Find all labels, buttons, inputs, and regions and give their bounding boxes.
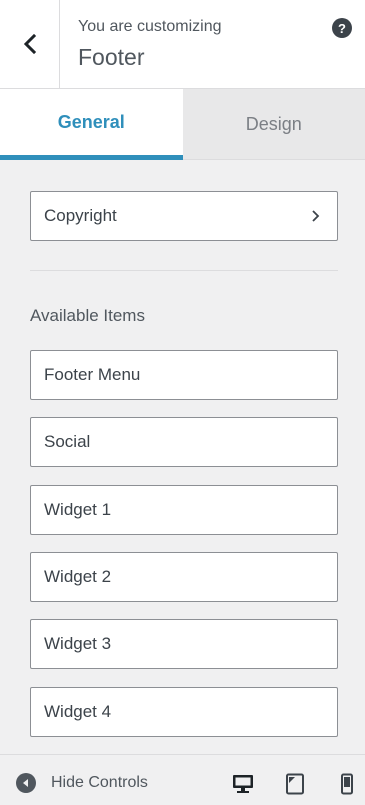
copyright-item[interactable]: Copyright [30, 191, 338, 241]
customizer-panel: You are customizing Footer ? General Des… [0, 0, 365, 805]
available-item-label: Widget 3 [44, 634, 112, 653]
available-item-label: Social [44, 432, 91, 451]
panel-header: You are customizing Footer ? [0, 0, 365, 89]
footer-bar: Hide Controls [0, 754, 365, 805]
back-button[interactable] [0, 0, 60, 88]
available-item[interactable]: Widget 2 [30, 552, 338, 602]
help-button[interactable]: ? [332, 18, 352, 38]
available-item-label: Widget 2 [44, 567, 112, 586]
tab-general[interactable]: General [0, 89, 183, 160]
desktop-icon[interactable] [232, 773, 254, 795]
section-title: Footer [78, 44, 145, 70]
hide-controls-label: Hide Controls [51, 774, 148, 791]
help-icon: ? [338, 20, 346, 36]
collapse-icon [16, 773, 36, 793]
chevron-right-icon [312, 210, 320, 222]
available-item[interactable]: Widget 1 [30, 485, 338, 535]
available-item[interactable]: Footer Menu [30, 350, 338, 400]
tablet-icon[interactable] [284, 773, 306, 795]
available-item[interactable]: Social [30, 417, 338, 467]
copyright-label: Copyright [44, 206, 117, 225]
mobile-icon[interactable] [336, 773, 358, 795]
back-arrow-icon [23, 34, 36, 54]
available-item[interactable]: Widget 4 [30, 687, 338, 737]
header-text: You are customizing Footer [78, 18, 222, 71]
available-item-label: Widget 1 [44, 500, 112, 519]
general-content: Copyright Available Items Footer Menu So… [0, 160, 365, 754]
hide-controls-button[interactable]: Hide Controls [16, 773, 148, 793]
available-item-label: Footer Menu [44, 365, 141, 384]
available-item-label: Widget 4 [44, 702, 112, 721]
customizing-label: You are customizing [78, 18, 222, 35]
tab-design[interactable]: Design [182, 89, 365, 160]
divider [30, 270, 338, 271]
available-item[interactable]: Widget 3 [30, 619, 338, 669]
available-items-heading: Available Items [30, 306, 145, 325]
tab-bar: General Design [0, 89, 365, 160]
